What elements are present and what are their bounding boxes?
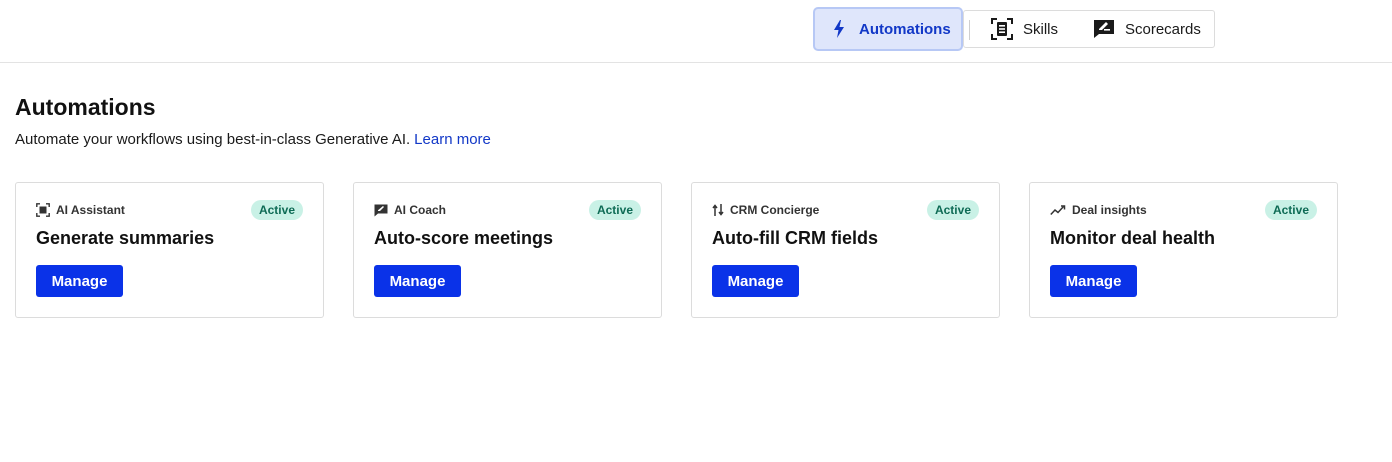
card-header: CRM Concierge Active: [712, 200, 979, 220]
card-title: Auto-fill CRM fields: [712, 228, 878, 248]
automation-card: CRM Concierge Active Auto-fill CRM field…: [691, 182, 1000, 318]
card-header: AI Coach Active: [374, 200, 641, 220]
manage-button[interactable]: Manage: [374, 265, 461, 297]
card-category: AI Assistant: [36, 203, 125, 217]
tab-scorecards[interactable]: Scorecards: [1093, 9, 1201, 49]
card-category-label: AI Assistant: [56, 203, 125, 217]
automation-cards: AI Assistant Active Generate summaries M…: [15, 182, 1338, 318]
card-category-label: CRM Concierge: [730, 203, 820, 217]
status-badge: Active: [588, 200, 641, 220]
status-badge: Active: [1264, 200, 1317, 220]
card-category-label: Deal insights: [1072, 203, 1147, 217]
card-category: Deal insights: [1050, 203, 1147, 217]
page-title: Automations: [15, 94, 156, 120]
manage-button[interactable]: Manage: [1050, 265, 1137, 297]
crm-concierge-icon: [712, 203, 724, 217]
page-subtitle: Automate your workflows using best-in-cl…: [15, 131, 491, 148]
card-title: Auto-score meetings: [374, 228, 554, 248]
learn-more-link[interactable]: Learn more: [414, 131, 491, 148]
scorecard-icon: [1093, 19, 1115, 39]
card-category: AI Coach: [374, 203, 446, 217]
card-category: CRM Concierge: [712, 203, 819, 217]
view-tabs: Automations Skills Scorecards: [813, 7, 1215, 51]
card-category-label: AI Coach: [394, 203, 447, 217]
card-title: Monitor deal health: [1050, 228, 1216, 248]
skills-icon: [991, 18, 1013, 40]
lightning-bolt-icon: [833, 20, 845, 38]
tab-divider: [969, 20, 970, 40]
deal-insights-icon: [1050, 204, 1066, 216]
manage-button[interactable]: Manage: [712, 265, 799, 297]
card-header: AI Assistant Active: [36, 200, 303, 220]
subtitle-text: Automate your workflows using best-in-cl…: [15, 131, 411, 148]
tab-skills-label: Skills: [1023, 20, 1059, 38]
tab-automations[interactable]: Automations: [813, 7, 963, 51]
tab-skills[interactable]: Skills: [991, 9, 1058, 49]
status-badge: Active: [926, 200, 979, 220]
status-badge: Active: [250, 200, 303, 220]
card-header: Deal insights Active: [1050, 200, 1317, 220]
automation-card: Deal insights Active Monitor deal health…: [1029, 182, 1338, 318]
ai-assistant-icon: [36, 203, 50, 217]
top-bar: Automations Skills Scorecards: [0, 0, 1392, 63]
manage-button[interactable]: Manage: [36, 265, 123, 297]
automation-card: AI Assistant Active Generate summaries M…: [15, 182, 324, 318]
ai-coach-icon: [374, 204, 388, 217]
card-title: Generate summaries: [36, 228, 215, 248]
tab-automations-label: Automations: [859, 20, 951, 38]
tab-scorecards-label: Scorecards: [1125, 20, 1201, 38]
automation-card: AI Coach Active Auto-score meetings Mana…: [353, 182, 662, 318]
